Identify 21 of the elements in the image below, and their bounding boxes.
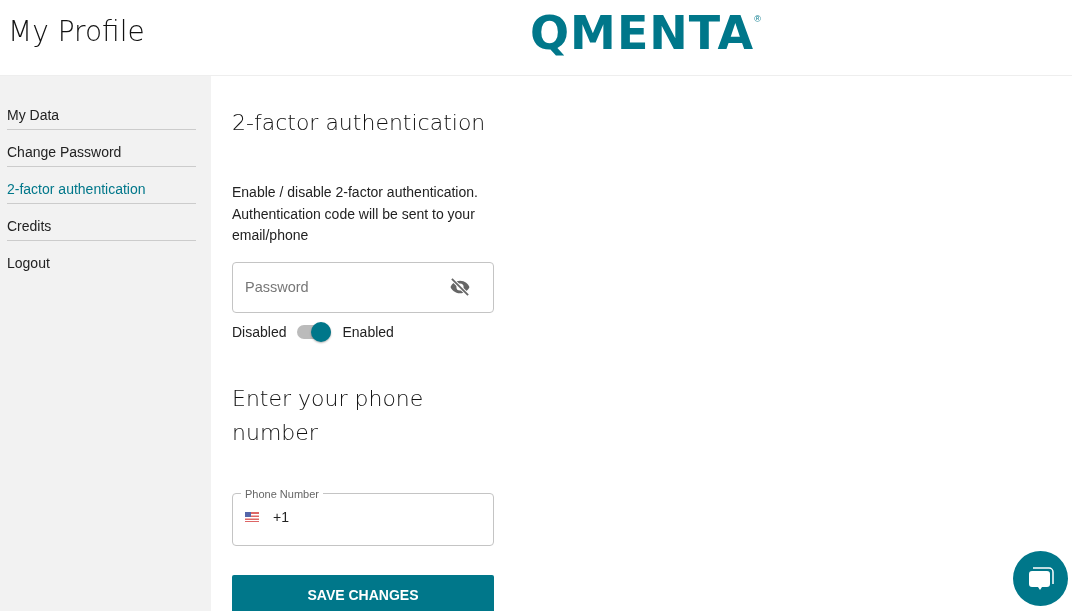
description-text: Enable / disable 2-factor authentication. Authentication code will be sent to your email/phone (232, 183, 479, 245)
sidebar-item[interactable]: Logout (7, 250, 196, 278)
toggle-switch[interactable] (297, 321, 332, 342)
chat-bubble-icon (1026, 565, 1055, 592)
save-changes-button[interactable]: SAVE CHANGES (232, 574, 494, 611)
password-field[interactable]: Password (232, 261, 494, 313)
sidebar-item[interactable]: My Data (7, 102, 196, 130)
chat-button[interactable] (1013, 551, 1068, 606)
disabled-label: Disabled (232, 323, 287, 340)
section-heading: 2-factor authentication (232, 109, 487, 137)
sidebar-item[interactable]: Change Password (7, 139, 196, 167)
logo: QMENTA (530, 8, 755, 58)
sidebar-item[interactable]: Credits (7, 213, 196, 241)
enabled-label: Enabled (342, 323, 394, 340)
section-heading: Enter your phone number (232, 384, 425, 447)
registered-mark: ® (754, 14, 761, 24)
flag-icon (245, 512, 259, 522)
sidebar-item[interactable]: 2-factor authentication (7, 176, 196, 204)
eye-slash-icon[interactable] (449, 277, 471, 296)
page-title: My Profile (8, 15, 145, 48)
phone-number-field[interactable]: Phone Number +1 (232, 489, 494, 546)
